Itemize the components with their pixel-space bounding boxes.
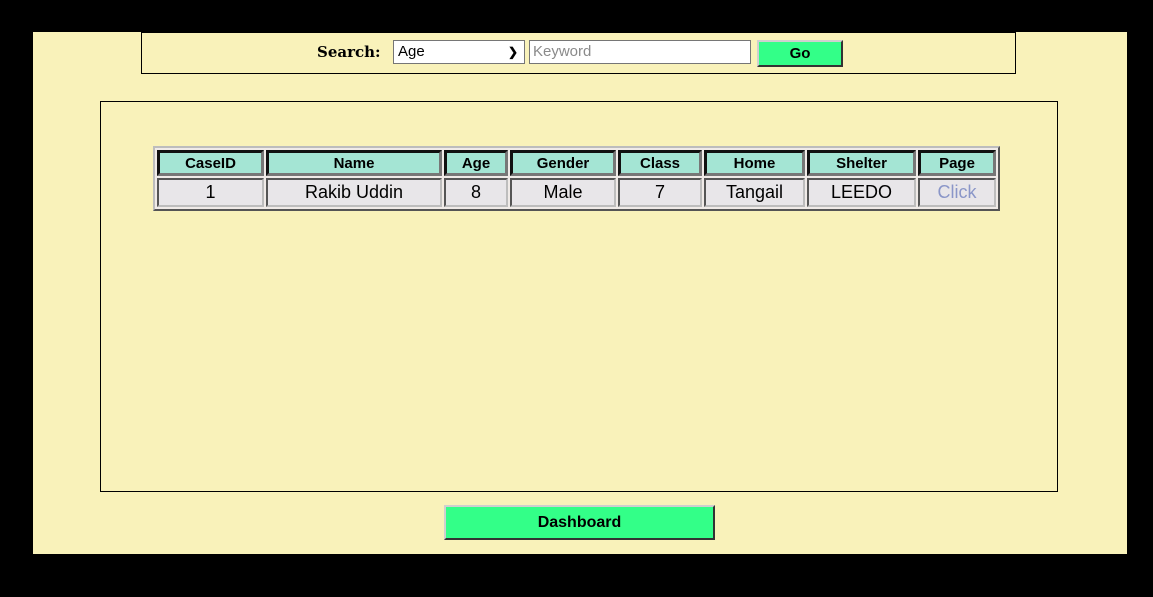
cell-shelter: LEEDO bbox=[807, 178, 916, 207]
column-header-caseid: CaseID bbox=[157, 150, 264, 176]
cell-name: Rakib Uddin bbox=[266, 178, 442, 207]
column-header-gender: Gender bbox=[510, 150, 616, 176]
results-panel: CaseID Name Age Gender Class Home Shelte… bbox=[100, 101, 1058, 492]
page-link[interactable]: Click bbox=[918, 178, 996, 207]
column-header-home: Home bbox=[704, 150, 805, 176]
page-content: Search: Age ❯ Keyword Go CaseID Name Age… bbox=[33, 32, 1127, 554]
table-header-row: CaseID Name Age Gender Class Home Shelte… bbox=[157, 150, 996, 176]
cell-caseid: 1 bbox=[157, 178, 264, 207]
cell-home: Tangail bbox=[704, 178, 805, 207]
cell-class: 7 bbox=[618, 178, 702, 207]
search-label: Search: bbox=[317, 43, 381, 61]
search-keyword-placeholder: Keyword bbox=[533, 43, 592, 60]
cell-gender: Male bbox=[510, 178, 616, 207]
column-header-page: Page bbox=[918, 150, 996, 176]
column-header-shelter: Shelter bbox=[807, 150, 916, 176]
results-table: CaseID Name Age Gender Class Home Shelte… bbox=[153, 146, 1000, 211]
search-bar: Search: Age ❯ Keyword Go bbox=[141, 32, 1016, 74]
column-header-class: Class bbox=[618, 150, 702, 176]
table-row: 1 Rakib Uddin 8 Male 7 Tangail LEEDO Cli… bbox=[157, 178, 996, 207]
column-header-name: Name bbox=[266, 150, 442, 176]
search-keyword-input[interactable]: Keyword bbox=[529, 40, 751, 64]
chevron-down-icon: ❯ bbox=[507, 45, 518, 59]
search-select-value: Age bbox=[398, 43, 425, 60]
go-button[interactable]: Go bbox=[757, 40, 843, 67]
column-header-age: Age bbox=[444, 150, 508, 176]
search-field-select[interactable]: Age ❯ bbox=[393, 40, 525, 64]
cell-age: 8 bbox=[444, 178, 508, 207]
dashboard-button[interactable]: Dashboard bbox=[444, 505, 715, 540]
